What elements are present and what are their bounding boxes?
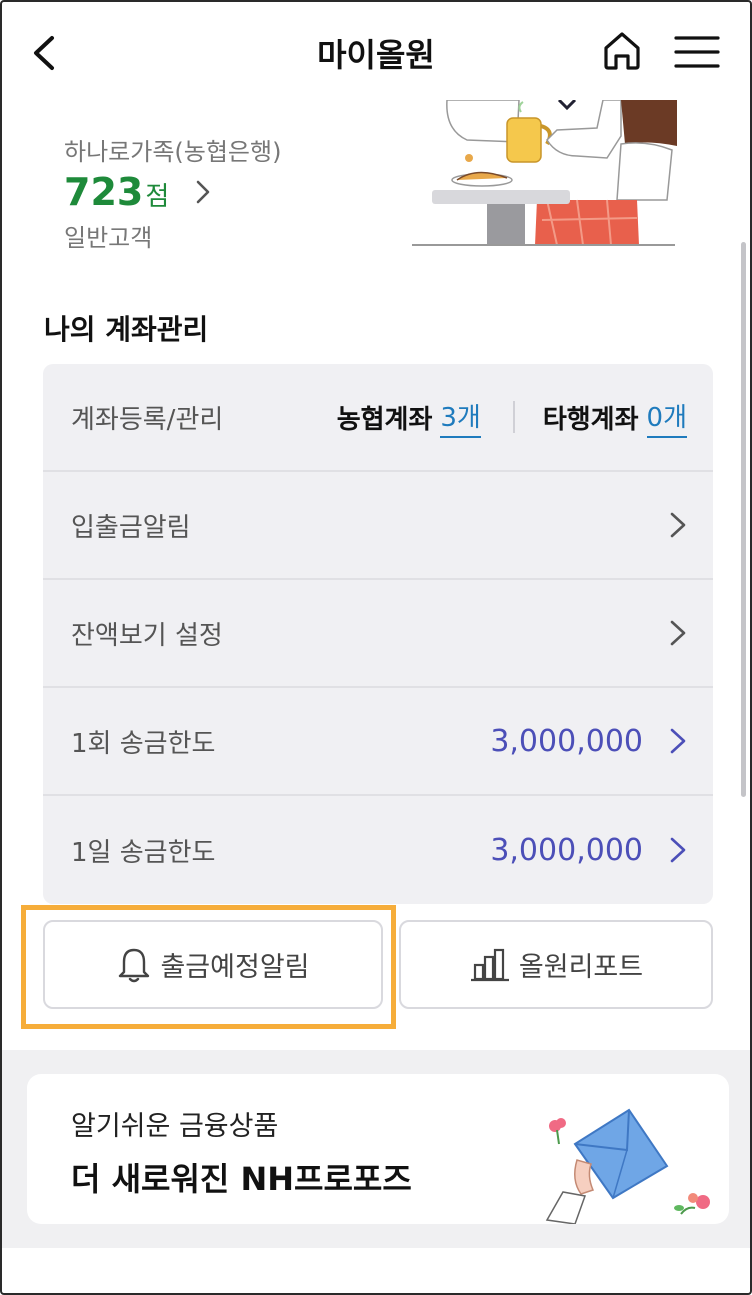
divider (512, 401, 515, 433)
limit-amount: 3,000,000 (490, 723, 643, 759)
row-label: 입출금알림 (71, 512, 191, 543)
list-item-balance-settings[interactable]: 잔액보기 설정 (43, 580, 713, 688)
withdrawal-alert-button[interactable]: 출금예정알림 (43, 920, 383, 1009)
list-item-per-transfer-limit[interactable]: 1회 송금한도 3,000,000 (43, 688, 713, 796)
chevron-right-icon (670, 728, 686, 754)
bell-icon (119, 948, 150, 982)
grade-score-unit: 점 (145, 182, 170, 212)
grade-level: 일반고객 (64, 224, 153, 252)
nh-account-label: 농협계좌 (336, 404, 433, 435)
grade-score-value: 723 (64, 170, 144, 214)
account-register-row: 계좌등록/관리 농협계좌 3개 타행계좌 0개 (43, 364, 713, 472)
menu-button[interactable] (672, 30, 722, 74)
withdrawal-alert-label: 출금예정알림 (160, 952, 310, 983)
list-item-daily-transfer-limit[interactable]: 1일 송금한도 3,000,000 (43, 796, 713, 904)
promo-title: 더 새로워진 NH프로포즈 (71, 1160, 412, 1198)
other-bank-account-count-link[interactable]: 0개 (646, 397, 687, 438)
scrollbar[interactable] (741, 242, 746, 797)
breakfast-illustration (412, 100, 677, 246)
app-frame: 마이올원 하나로가족(농협은행) 723 점 일반고객 나의 계좌관리 계좌등록… (0, 0, 752, 1295)
account-counts: 농협계좌 3개 타행계좌 0개 (337, 397, 687, 438)
list-item-deposit-alert[interactable]: 입출금알림 (43, 472, 713, 580)
row-label: 1일 송금한도 (71, 837, 216, 868)
row-label: 잔액보기 설정 (71, 620, 223, 651)
envelope-illustration (545, 1108, 710, 1224)
grade-program: 하나로가족(농협은행) (64, 138, 282, 166)
chevron-right-icon (670, 620, 686, 646)
chevron-right-icon (196, 180, 210, 204)
nh-account-count-link[interactable]: 3개 (440, 397, 481, 438)
section-title-accounts: 나의 계좌관리 (44, 313, 209, 346)
limit-amount: 3,000,000 (490, 832, 643, 868)
account-register-label: 계좌등록/관리 (71, 404, 224, 435)
other-bank-account-label: 타행계좌 (542, 404, 639, 435)
account-management-panel: 계좌등록/관리 농협계좌 3개 타행계좌 0개 입출금알림 잔액보기 설정 1회… (43, 364, 713, 904)
row-label: 1회 송금한도 (71, 728, 216, 759)
grade-score-link[interactable]: 723 점 (64, 170, 211, 214)
chevron-right-icon (670, 837, 686, 863)
promo-subtitle: 알기쉬운 금융상품 (71, 1111, 279, 1142)
allone-report-label: 올원리포트 (518, 952, 644, 983)
app-header: 마이올원 (2, 2, 750, 102)
home-button[interactable] (598, 26, 646, 74)
bar-chart-icon (470, 948, 509, 981)
home-icon (604, 32, 640, 70)
promo-banner[interactable]: 알기쉬운 금융상품 더 새로워진 NH프로포즈 (27, 1074, 729, 1224)
hamburger-menu-icon (674, 36, 720, 68)
allone-report-button[interactable]: 올원리포트 (399, 920, 713, 1009)
chevron-right-icon (670, 512, 686, 538)
